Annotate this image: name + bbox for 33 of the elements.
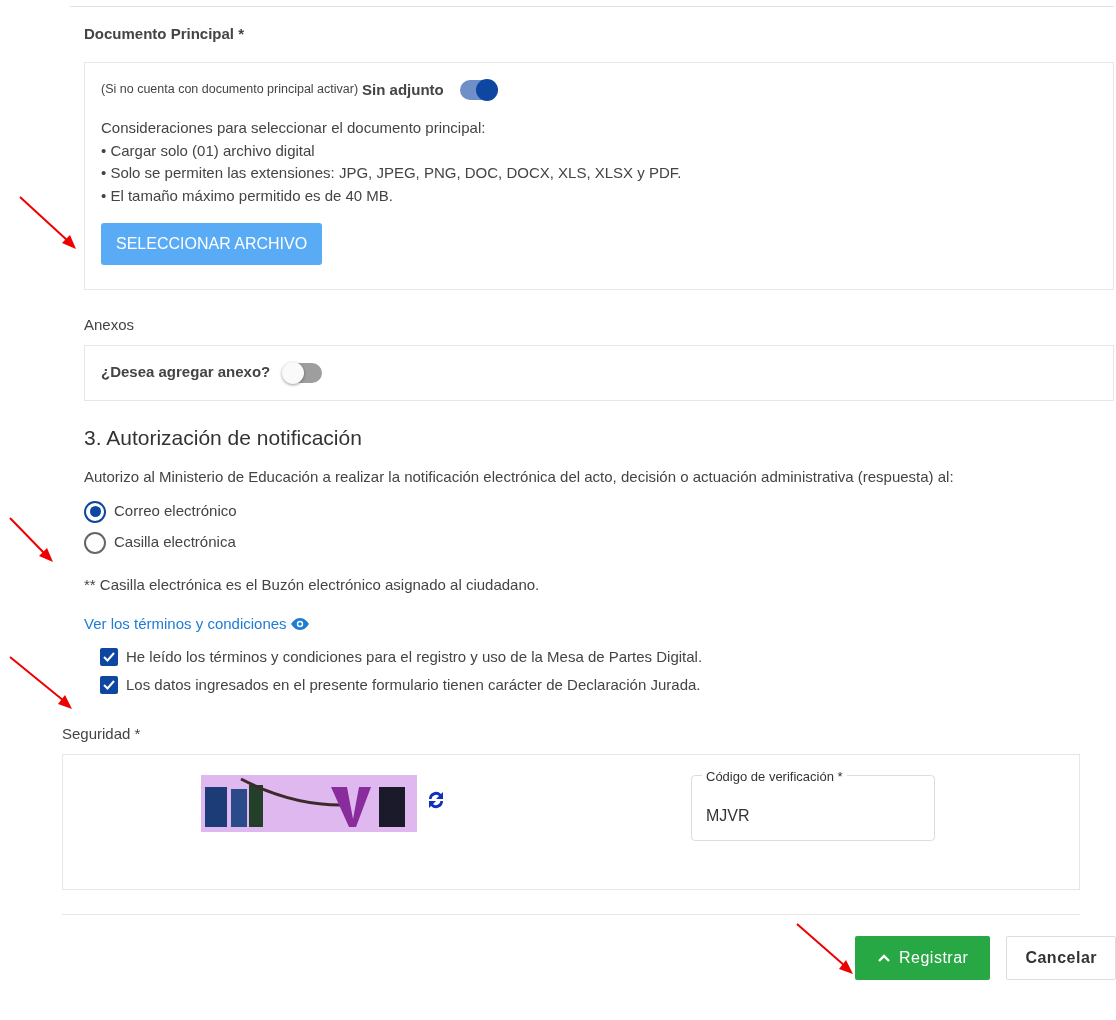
arrow-icon [8,516,54,564]
note-text: ** Casilla electrónica es el Buzón electrónico asignado al ciudadano. [84,575,541,596]
radio-button[interactable] [84,500,106,523]
checkbox[interactable] [100,648,118,667]
terms-link[interactable]: Ver los términos y condiciones [84,612,287,636]
checkbox-label: He leído los términos y condiciones para el registro y uso de la Mesa de Partes Digital. [126,646,703,667]
cancel-button[interactable]: Cancelar [1006,935,1116,980]
list-item: • Solo se permiten las extensiones: JPG, JPEG, PNG, DOC, DOCX, XLS, XLSX y PDF. [101,163,683,183]
section-heading: 3. Autorización de notificación [84,424,363,450]
field-value: MJVR [706,806,750,824]
radio-button[interactable] [84,531,106,554]
list-item: • Cargar solo (01) archivo digital [101,140,316,161]
arrow-icon [795,922,855,976]
checkbox-label: Los datos ingresados en el presente formulario tienen carácter de Declaración Jurada. [126,674,701,695]
considerations-title: Consideraciones para seleccionar el documento principal: [101,118,487,138]
checkbox[interactable] [100,676,118,695]
register-button[interactable]: Registrar [855,935,991,980]
hint-text: (Si no cuenta con documento principal activar) [101,81,359,99]
section-label: Seguridad * [62,724,142,745]
select-file-button[interactable]: SELECCIONAR ARCHIVO [101,223,323,265]
arrow-icon [18,195,78,251]
arrow-icon [8,655,74,711]
toggle-switch[interactable] [459,79,496,100]
toggle-label: Sin adjunto [362,79,444,100]
chevron-up-icon [877,953,891,963]
section-label: Anexos [84,315,136,335]
eye-icon [290,617,309,630]
option-label: Casilla electrónica [114,532,236,553]
paragraph: Autorizo al Ministerio de Educación a realizar la notificación electrónica del acto, decisión o actuación administrativa (respuesta) al: [84,466,955,487]
section-label: Documento Principal * [84,24,246,44]
question-text: ¿Desea agregar anexo? [101,362,271,383]
list-item: • El tamaño máximo permitido es de 40 MB. [101,185,395,206]
option-label: Correo electrónico [114,501,237,522]
